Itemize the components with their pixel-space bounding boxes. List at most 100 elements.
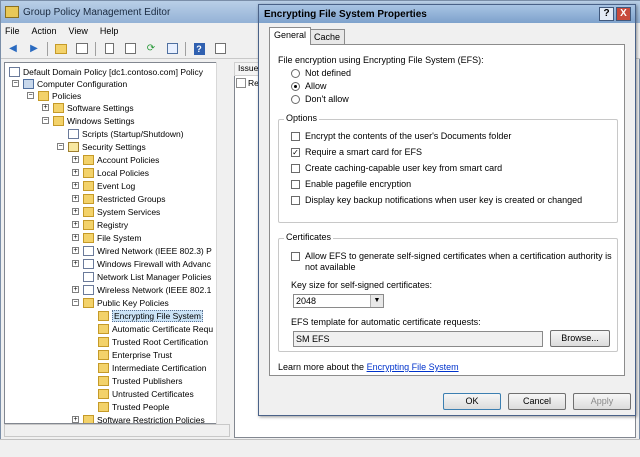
expand-icon[interactable]: + (72, 208, 79, 215)
forward-arrow-icon[interactable]: ▶ (26, 42, 42, 56)
expand-icon[interactable]: + (72, 234, 79, 241)
tree-item-automatic-certificate[interactable]: Automatic Certificate Requ (98, 322, 213, 335)
collapse-icon[interactable]: − (57, 143, 64, 150)
tree-item-local-policies[interactable]: Local Policies (83, 166, 149, 179)
folder-icon (83, 167, 94, 178)
tree-item-untrusted-certificates[interactable]: Untrusted Certificates (98, 387, 194, 400)
tree-item-software-restriction[interactable]: Software Restriction Policies (83, 413, 205, 423)
refresh-icon[interactable]: ⟳ (143, 42, 159, 56)
tree-horizontal-scrollbar[interactable] (4, 424, 230, 437)
tree-item-file-system[interactable]: File System (83, 231, 141, 244)
chevron-down-icon[interactable]: ▼ (370, 295, 383, 307)
details-row[interactable]: Re (236, 78, 259, 88)
certificates-group-title: Certificates (284, 232, 334, 242)
expand-icon[interactable]: + (72, 195, 79, 202)
dialog-close-button[interactable]: X (616, 7, 631, 21)
tab-general[interactable]: General (269, 27, 312, 45)
radio-allow[interactable] (291, 82, 300, 91)
apply-button[interactable]: Apply (573, 393, 631, 410)
checkbox-caching-key[interactable] (291, 164, 300, 173)
collapse-icon[interactable]: − (72, 299, 79, 306)
collapse-icon[interactable]: − (42, 117, 49, 124)
tree-item-trusted-people[interactable]: Trusted People (98, 400, 169, 413)
menu-help[interactable]: Help (100, 26, 119, 36)
dialog-help-button[interactable]: ? (599, 7, 614, 21)
tree-item-intermediate[interactable]: Intermediate Certification (98, 361, 207, 374)
tree-item-public-key-policies[interactable]: Public Key Policies (83, 296, 169, 309)
tree-item-registry[interactable]: Registry (83, 218, 128, 231)
checkbox-require-smart-card[interactable]: ✓ (291, 148, 300, 157)
tree-item-security-settings[interactable]: Security Settings (68, 140, 146, 153)
ok-button[interactable]: OK (443, 393, 501, 410)
tree-item-enterprise-trust[interactable]: Enterprise Trust (98, 348, 172, 361)
general-tab-panel: File encryption using Encrypting File Sy… (269, 44, 625, 376)
copy-icon[interactable] (101, 42, 117, 56)
tree-item-encrypting-file-system[interactable]: Encrypting File System (98, 309, 203, 322)
radio-not-defined[interactable] (291, 69, 300, 78)
expand-icon[interactable]: + (42, 104, 49, 111)
properties-icon[interactable] (122, 42, 138, 56)
tree-item-windows-settings[interactable]: Windows Settings (53, 114, 135, 127)
expand-icon[interactable]: + (72, 260, 79, 267)
expand-icon[interactable]: + (72, 286, 79, 293)
tree-item-event-log[interactable]: Event Log (83, 179, 135, 192)
checkbox-pagefile-encryption[interactable] (291, 180, 300, 189)
menu-action[interactable]: Action (32, 26, 57, 36)
tree-item-account-policies[interactable]: Account Policies (83, 153, 159, 166)
help-icon[interactable]: ? (191, 42, 207, 56)
up-folder-icon[interactable] (53, 42, 69, 56)
checkbox-require-smart-card-label: Require a smart card for EFS (305, 147, 423, 157)
folder-icon (83, 232, 94, 243)
tree-item-system-services[interactable]: System Services (83, 205, 160, 218)
allow-self-signed-label-line1: Allow EFS to generate self-signed certif… (305, 251, 612, 261)
expand-icon[interactable]: + (72, 156, 79, 163)
collapse-icon[interactable]: − (12, 80, 19, 87)
checkbox-pagefile-encryption-label: Enable pagefile encryption (305, 179, 412, 189)
tree-pane[interactable]: Default Domain Policy [dc1.contoso.com] … (4, 62, 230, 424)
tab-cache[interactable]: Cache (309, 29, 346, 45)
expand-icon[interactable]: + (72, 182, 79, 189)
status-bar (0, 439, 640, 457)
collapse-icon[interactable]: − (27, 92, 34, 99)
folder-icon (38, 90, 49, 101)
export-icon[interactable] (164, 42, 180, 56)
tree-item-scripts[interactable]: Scripts (Startup/Shutdown) (68, 127, 184, 140)
menu-view[interactable]: View (69, 26, 88, 36)
cancel-button[interactable]: Cancel (508, 393, 566, 410)
expand-icon[interactable]: + (72, 247, 79, 254)
back-arrow-icon[interactable]: ◀ (5, 42, 21, 56)
checkbox-key-backup-notifications[interactable] (291, 196, 300, 205)
expand-icon[interactable]: + (72, 416, 79, 423)
radio-allow-label: Allow (305, 81, 327, 91)
folder-icon (98, 362, 109, 373)
script-icon (68, 128, 79, 139)
app-icon (5, 6, 19, 18)
view-icon[interactable] (212, 42, 228, 56)
folder-icon (83, 219, 94, 230)
tree-item-restricted-groups[interactable]: Restricted Groups (83, 192, 166, 205)
checkbox-encrypt-documents[interactable] (291, 132, 300, 141)
folder-icon (83, 154, 94, 165)
tree-item-network-list-manager[interactable]: Network List Manager Policies (83, 270, 211, 283)
tree-item-trusted-publishers[interactable]: Trusted Publishers (98, 374, 183, 387)
show-tree-icon[interactable] (74, 42, 90, 56)
tree-item-windows-firewall[interactable]: Windows Firewall with Advanc (83, 257, 211, 270)
tree-vertical-scrollbar[interactable] (216, 62, 230, 424)
folder-icon (98, 310, 109, 321)
expand-icon[interactable]: + (72, 221, 79, 228)
radio-dont-allow[interactable] (291, 95, 300, 104)
expand-icon[interactable]: + (72, 169, 79, 176)
folder-icon (83, 193, 94, 204)
template-field[interactable]: SM EFS (293, 331, 543, 347)
tree-item-software-settings[interactable]: Software Settings (53, 101, 134, 114)
tree-item-wireless-network[interactable]: Wireless Network (IEEE 802.1 (83, 283, 211, 296)
checkbox-allow-self-signed[interactable] (291, 252, 300, 261)
dialog-title-bar: Encrypting File System Properties (259, 5, 635, 23)
policy-icon (9, 66, 20, 77)
browse-button[interactable]: Browse... (550, 330, 610, 347)
learn-more-link[interactable]: Encrypting File System (367, 362, 459, 372)
tree-item-trusted-root[interactable]: Trusted Root Certification (98, 335, 208, 348)
tree-item-wired-network[interactable]: Wired Network (IEEE 802.3) P (83, 244, 212, 257)
checkbox-encrypt-documents-label: Encrypt the contents of the user's Docum… (305, 131, 512, 141)
menu-file[interactable]: File (5, 26, 20, 36)
